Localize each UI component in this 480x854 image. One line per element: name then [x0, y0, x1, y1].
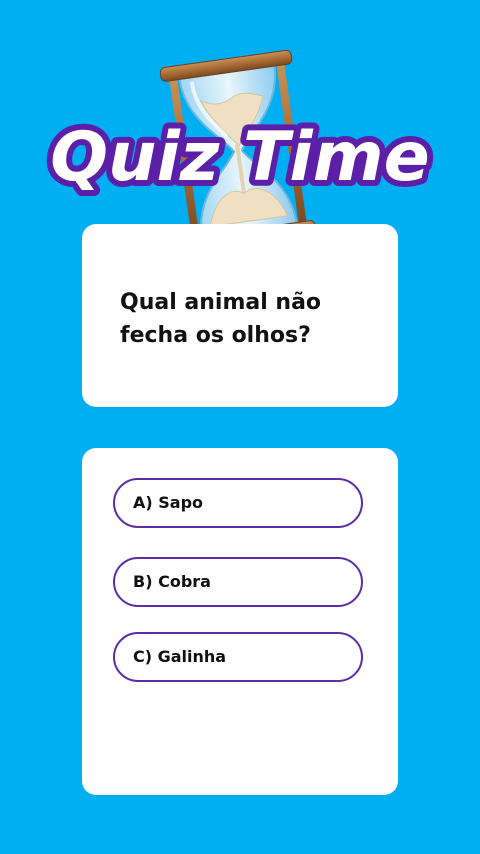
answer-option-b[interactable]: B) Cobra	[113, 557, 363, 607]
quiz-screen: Quiz Time Quiz Time Qual animal não fech…	[0, 0, 480, 854]
answer-option-label: A) Sapo	[133, 493, 204, 512]
answer-option-label: C) Galinha	[133, 647, 227, 666]
answers-card: A) Sapo B) Cobra C) Galinha	[82, 448, 398, 795]
page-title: Quiz Time	[50, 118, 429, 197]
answer-option-c[interactable]: C) Galinha	[113, 632, 363, 682]
answer-option-label: B) Cobra	[133, 572, 211, 591]
question-text: Qual animal não fecha os olhos?	[120, 290, 322, 348]
answer-option-a[interactable]: A) Sapo	[113, 478, 363, 528]
question-card: Qual animal não fecha os olhos?	[82, 224, 398, 407]
title-banner: Quiz Time Quiz Time	[0, 112, 480, 208]
